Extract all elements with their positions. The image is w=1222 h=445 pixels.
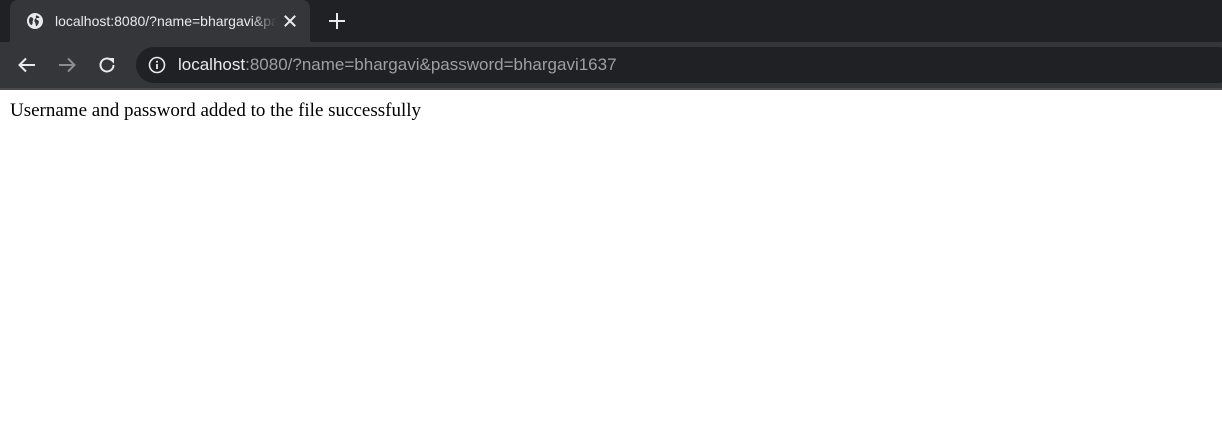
active-tab[interactable]: localhost:8080/?name=bhargavi&password=b… — [10, 0, 310, 42]
address-bar[interactable]: localhost:8080/?name=bhargavi&password=b… — [136, 47, 1222, 83]
close-icon[interactable] — [282, 13, 298, 29]
info-icon[interactable] — [148, 56, 166, 74]
reload-icon[interactable] — [95, 53, 119, 77]
plus-icon[interactable] — [326, 10, 348, 32]
tab-strip: localhost:8080/?name=bhargavi&password=b… — [0, 0, 1222, 42]
tab-title: localhost:8080/?name=bhargavi&password=b… — [55, 13, 277, 29]
arrow-right-icon[interactable] — [55, 53, 79, 77]
url-text[interactable]: localhost:8080/?name=bhargavi&password=b… — [178, 55, 617, 75]
page-content: Username and password added to the file … — [0, 90, 1222, 445]
url-host: localhost — [178, 55, 246, 74]
arrow-left-icon[interactable] — [15, 53, 39, 77]
browser-window: localhost:8080/?name=bhargavi&password=b… — [0, 0, 1222, 445]
url-path: :8080/?name=bhargavi&password=bhargavi16… — [245, 55, 617, 74]
browser-toolbar: localhost:8080/?name=bhargavi&password=b… — [0, 42, 1222, 88]
globe-icon — [26, 12, 44, 30]
success-message: Username and password added to the file … — [10, 100, 422, 121]
